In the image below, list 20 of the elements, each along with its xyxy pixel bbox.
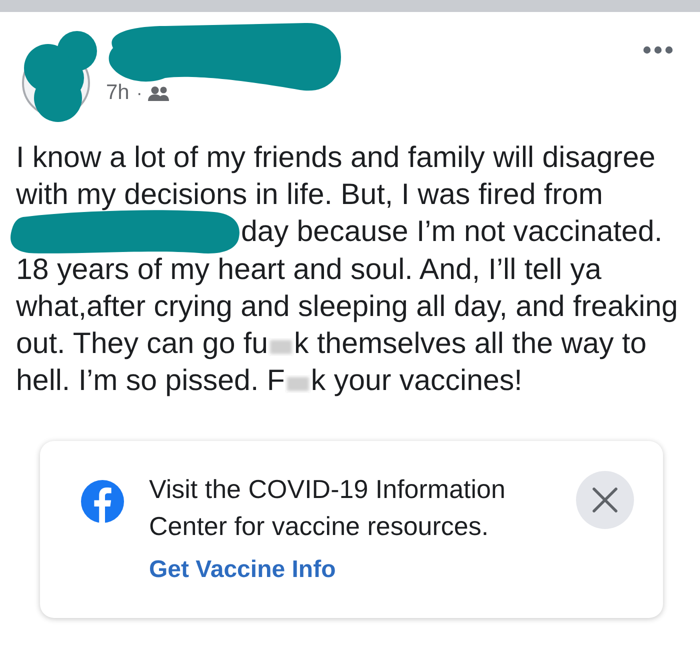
post-text: I know a lot of my friends and family will disagree <box>16 140 656 176</box>
censor-blur <box>268 338 294 356</box>
post-text: 18 years of my heart and soul. And, I’ll tell ya <box>16 252 602 288</box>
vaccine-info-link[interactable]: Get Vaccine Info <box>149 555 336 586</box>
info-text: Visit the COVID-19 Information Center for vaccine resources. <box>149 473 506 544</box>
more-icon[interactable] <box>643 46 673 54</box>
post-text: k your vaccines! <box>310 363 522 400</box>
people-icon <box>148 86 170 100</box>
post-text: with my decisions in life. But, I was fired from <box>16 177 603 214</box>
post-text: hell. I’m so pissed. F <box>16 363 285 400</box>
post-text: what,after crying and sleeping all day, and freaking <box>16 288 678 325</box>
separator-dot: · <box>136 82 142 105</box>
redacted-avatar[interactable] <box>22 30 98 122</box>
post-text: k themselves all the way to <box>294 326 647 362</box>
logo-icon <box>81 480 124 524</box>
censor-blur <box>284 375 311 394</box>
post-text: day because I’m not vaccinated. <box>241 214 662 250</box>
close-icon <box>592 487 618 514</box>
post-text: out. They can go fu <box>16 326 268 362</box>
post-time[interactable]: 7h <box>106 81 130 105</box>
